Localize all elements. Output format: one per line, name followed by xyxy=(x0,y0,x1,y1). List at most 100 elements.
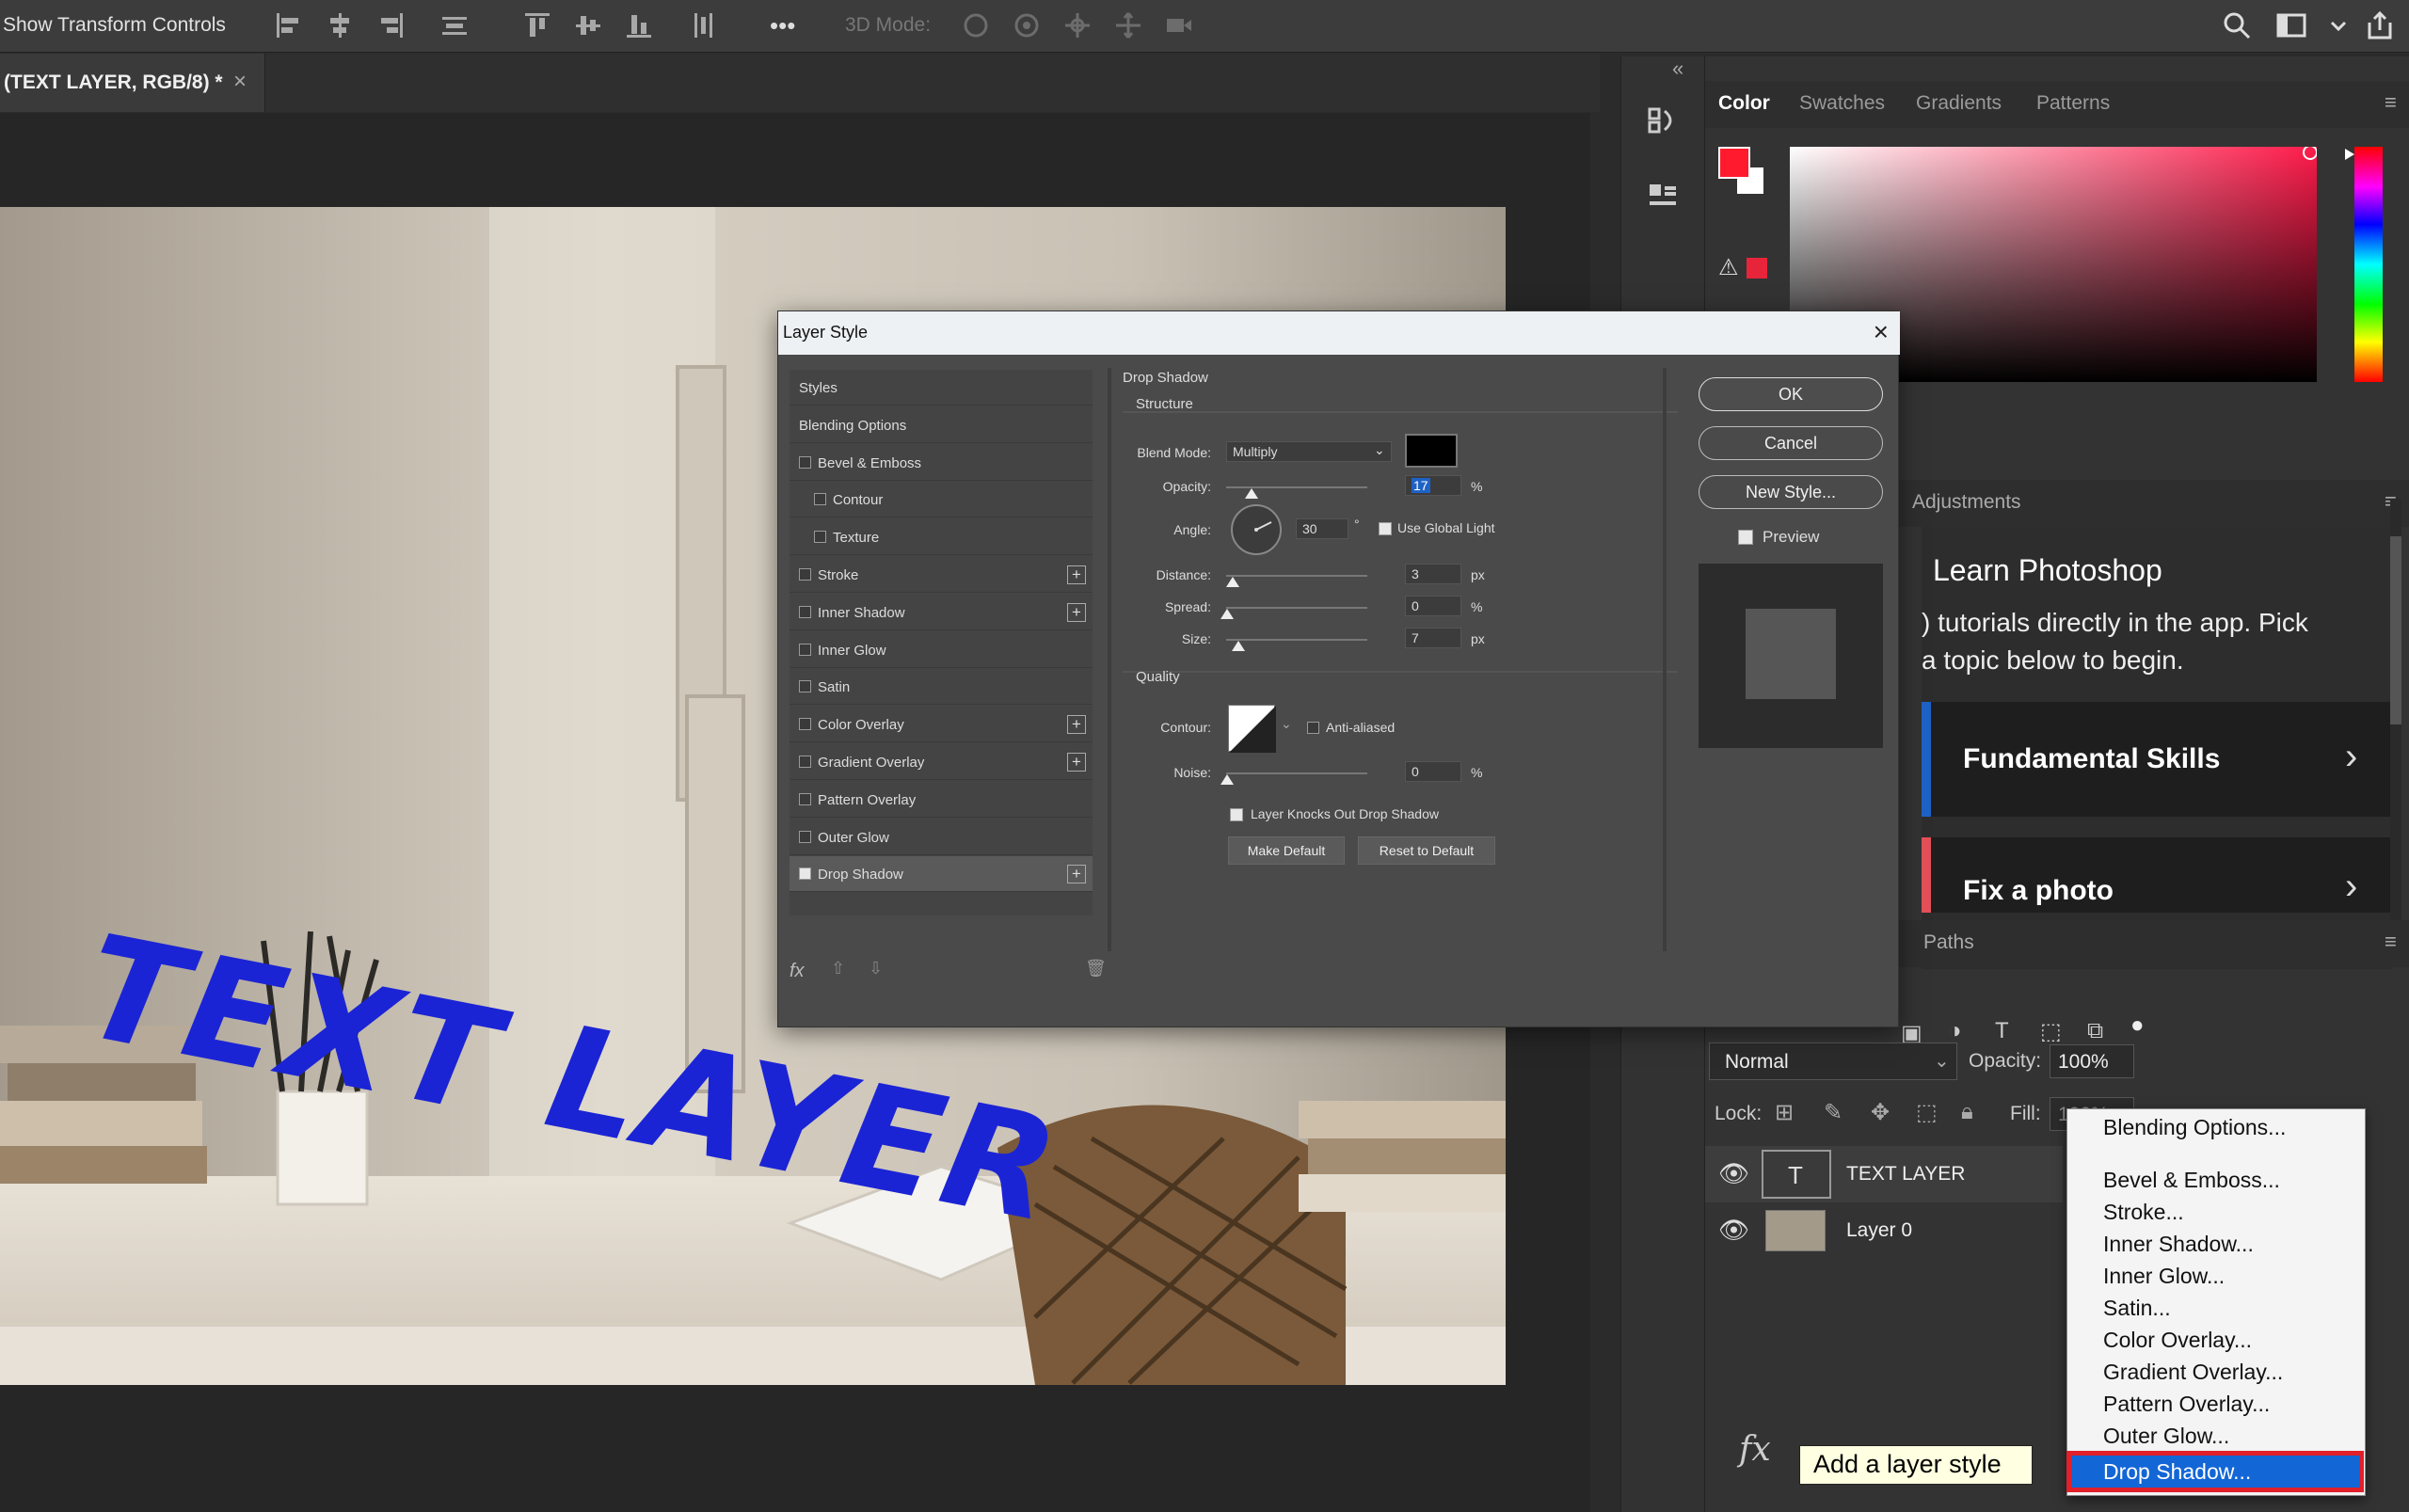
more-options-button[interactable]: ••• xyxy=(770,11,795,40)
style-row-gradient-overlay[interactable]: Gradient Overlay + xyxy=(790,744,1093,780)
menu-item-inner-shadow[interactable]: Inner Shadow... xyxy=(2103,1232,2254,1257)
search-icon[interactable] xyxy=(2221,9,2253,41)
effect-checkbox[interactable] xyxy=(814,493,826,506)
effect-checkbox[interactable] xyxy=(799,756,811,768)
shadow-color-swatch[interactable] xyxy=(1405,434,1458,468)
dialog-title-bar[interactable]: Layer Style × xyxy=(778,311,1900,355)
size-field[interactable]: 7 xyxy=(1405,628,1461,648)
properties-icon[interactable] xyxy=(1646,179,1680,213)
collapse-panels-icon[interactable]: « xyxy=(1672,56,1683,81)
layer-row-image[interactable]: 👁︎ Layer 0 xyxy=(1705,1202,2063,1259)
noise-slider-track[interactable] xyxy=(1226,772,1367,774)
close-icon[interactable]: × xyxy=(1874,317,1889,347)
effect-checkbox[interactable] xyxy=(799,867,811,881)
style-row-bevel-emboss[interactable]: Bevel & Emboss xyxy=(790,445,1093,481)
align-middle-icon[interactable] xyxy=(572,9,604,41)
menu-item-gradient-overlay[interactable]: Gradient Overlay... xyxy=(2103,1360,2283,1385)
layer-opacity-field[interactable]: 100% xyxy=(2050,1044,2134,1078)
adjustment-filter-icon[interactable]: ◑ xyxy=(1948,1018,1962,1044)
tab-swatches[interactable]: Swatches xyxy=(1799,92,1885,115)
layer-name[interactable]: TEXT LAYER xyxy=(1846,1163,1965,1186)
style-row-inner-glow[interactable]: Inner Glow xyxy=(790,632,1093,668)
style-row-color-overlay[interactable]: Color Overlay + xyxy=(790,707,1093,743)
layer-name[interactable]: Layer 0 xyxy=(1846,1219,1912,1242)
align-top-icon[interactable] xyxy=(521,9,553,41)
align-bottom-icon[interactable] xyxy=(623,9,655,41)
opacity-field[interactable]: 17 xyxy=(1405,475,1461,496)
spread-slider-knob[interactable] xyxy=(1220,609,1234,619)
3d-scale-icon[interactable] xyxy=(1163,9,1195,41)
size-slider-track[interactable] xyxy=(1226,639,1367,641)
effect-checkbox[interactable] xyxy=(799,605,811,618)
delete-effect-icon[interactable]: 🗑︎ xyxy=(1085,959,1107,979)
history-icon[interactable] xyxy=(1646,103,1680,137)
style-row-inner-shadow[interactable]: Inner Shadow + xyxy=(790,595,1093,630)
gamut-swatch[interactable] xyxy=(1747,258,1767,279)
hue-slider[interactable] xyxy=(2345,147,2383,382)
menu-item-drop-shadow[interactable]: Drop Shadow... xyxy=(2066,1451,2364,1492)
ok-button[interactable]: OK xyxy=(1699,377,1883,411)
menu-item-pattern-overlay[interactable]: Pattern Overlay... xyxy=(2103,1392,2270,1417)
add-effect-icon[interactable]: + xyxy=(1067,753,1086,772)
lock-pixels-icon[interactable]: ✎ xyxy=(1824,1099,1843,1126)
align-right-icon[interactable] xyxy=(375,9,407,41)
chevron-down-icon[interactable] xyxy=(2322,9,2354,41)
style-row-blending-options[interactable]: Blending Options xyxy=(790,407,1093,443)
tab-gradients[interactable]: Gradients xyxy=(1916,92,2002,115)
document-tab[interactable]: (TEXT LAYER, RGB/8) * × xyxy=(0,54,265,112)
add-effect-icon[interactable]: + xyxy=(1067,715,1086,735)
new-style-button[interactable]: New Style... xyxy=(1699,475,1883,509)
contour-picker[interactable] xyxy=(1228,705,1276,753)
align-left-icon[interactable] xyxy=(273,9,305,41)
tab-paths[interactable]: Paths xyxy=(1923,931,1974,954)
style-row-outer-glow[interactable]: Outer Glow xyxy=(790,820,1093,855)
preview-checkbox[interactable] xyxy=(1738,530,1753,545)
style-row-pattern-overlay[interactable]: Pattern Overlay xyxy=(790,782,1093,818)
spread-field[interactable]: 0 xyxy=(1405,596,1461,616)
fx-menu-icon[interactable]: fx xyxy=(790,961,805,982)
effect-checkbox[interactable] xyxy=(799,680,811,693)
effect-checkbox[interactable] xyxy=(799,643,811,656)
3d-orbit-icon[interactable] xyxy=(960,9,992,41)
align-center-icon[interactable] xyxy=(324,9,356,41)
visibility-eye-icon[interactable]: 👁︎ xyxy=(1718,1216,1749,1245)
spread-slider-track[interactable] xyxy=(1226,607,1367,609)
style-row-stroke[interactable]: Stroke + xyxy=(790,557,1093,593)
noise-slider-knob[interactable] xyxy=(1220,774,1234,785)
distance-field[interactable]: 3 xyxy=(1405,564,1461,584)
style-row-texture[interactable]: Texture xyxy=(790,519,1093,556)
make-default-button[interactable]: Make Default xyxy=(1228,836,1345,865)
paths-menu-icon[interactable]: ≡ xyxy=(2385,930,2397,954)
menu-item-bevel-emboss[interactable]: Bevel & Emboss... xyxy=(2103,1168,2280,1193)
opacity-slider-knob[interactable] xyxy=(1245,488,1258,499)
tab-adjustments[interactable]: Adjustments xyxy=(1912,491,2021,514)
anti-aliased-checkbox[interactable] xyxy=(1307,722,1319,734)
lock-position-icon[interactable]: ✥ xyxy=(1871,1099,1890,1126)
workspace-icon[interactable] xyxy=(2275,9,2307,41)
close-tab-icon[interactable]: × xyxy=(233,69,247,95)
lock-all-icon[interactable]: 🔒︎ xyxy=(1961,1099,1973,1125)
type-filter-icon[interactable]: T xyxy=(1995,1018,2009,1044)
distance-slider-track[interactable] xyxy=(1226,575,1367,577)
effect-checkbox[interactable] xyxy=(799,455,811,469)
style-row-styles-header[interactable]: Styles xyxy=(790,370,1093,406)
effect-checkbox[interactable] xyxy=(799,792,811,805)
3d-slide-icon[interactable] xyxy=(1112,9,1144,41)
effect-checkbox[interactable] xyxy=(799,718,811,731)
add-effect-icon[interactable]: + xyxy=(1067,565,1086,584)
lock-transparency-icon[interactable]: ⊞ xyxy=(1775,1099,1794,1126)
menu-item-blending-options[interactable]: Blending Options... xyxy=(2103,1115,2286,1140)
angle-field[interactable]: 30 xyxy=(1296,518,1348,539)
distribute-horizontal-icon[interactable] xyxy=(439,9,471,41)
tab-color[interactable]: Color xyxy=(1718,92,1770,115)
effect-checkbox[interactable] xyxy=(799,568,811,581)
distribute-vertical-icon[interactable] xyxy=(687,9,719,41)
noise-field[interactable]: 0 xyxy=(1405,761,1461,782)
menu-item-satin[interactable]: Satin... xyxy=(2103,1296,2171,1321)
style-row-satin[interactable]: Satin xyxy=(790,669,1093,706)
chevron-down-icon[interactable]: ⌄ xyxy=(1281,716,1292,732)
3d-pan-icon[interactable] xyxy=(1061,9,1093,41)
add-effect-icon[interactable]: + xyxy=(1067,865,1086,884)
share-icon[interactable] xyxy=(2364,9,2396,41)
effect-checkbox[interactable] xyxy=(799,830,811,843)
